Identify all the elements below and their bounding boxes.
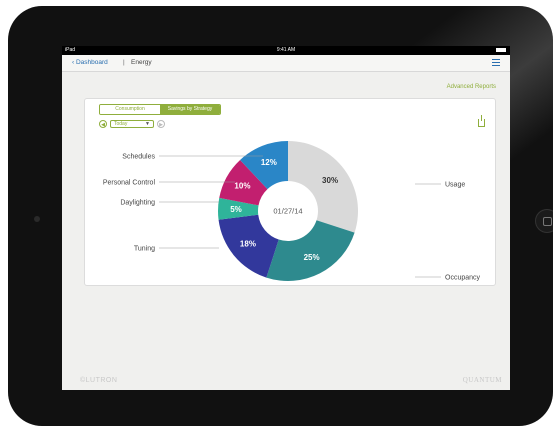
slice-percent-label: 5% — [230, 205, 242, 214]
slice-percent-label: 10% — [234, 181, 250, 190]
page-title: Energy — [131, 59, 152, 66]
savings-pie-chart: 30% Usage 25% Occupancy 18% Tuning 5% Daylighti… — [103, 141, 481, 282]
category-label-tuning: Tuning — [134, 246, 155, 253]
nav-separator: | — [123, 59, 125, 66]
category-label-daylighting: Daylighting — [120, 200, 155, 207]
category-label-personal-control: Personal Control — [103, 180, 156, 187]
slice-percent-label: 30% — [322, 176, 338, 185]
slice-percent-label: 25% — [304, 253, 320, 262]
slice-percent-label: 18% — [240, 240, 256, 249]
battery-icon — [496, 48, 506, 52]
menu-icon[interactable] — [492, 59, 500, 66]
back-label: Dashboard — [75, 59, 108, 66]
category-label-usage: Usage — [445, 182, 465, 189]
category-label-occupancy: Occupancy — [445, 275, 481, 282]
app-screen: iPad 9:41 AM ‹ Dashboard | Energy Advanc… — [62, 46, 510, 390]
advanced-reports-link[interactable]: Advanced Reports — [447, 84, 496, 90]
back-button[interactable]: ‹ Dashboard — [72, 59, 108, 66]
quantum-logo: QUANTUM — [462, 376, 502, 384]
nav-bar: ‹ Dashboard | Energy — [62, 55, 510, 72]
pie-slice-occupancy[interactable] — [266, 220, 355, 281]
status-time: 9:41 AM — [276, 47, 296, 53]
slice-percent-label: 12% — [261, 158, 277, 167]
chart-card: Consumption Savings by Strategy ◀ Today … — [84, 98, 496, 286]
camera-icon — [34, 216, 40, 222]
status-bar: iPad 9:41 AM — [62, 46, 510, 55]
pie-slice-usage[interactable] — [288, 141, 358, 233]
lutron-logo: ©LUTRON — [80, 377, 118, 384]
category-label-schedules: Schedules — [122, 154, 155, 161]
chart-center-date: 01/27/14 — [273, 207, 302, 216]
home-square-icon — [543, 217, 552, 226]
